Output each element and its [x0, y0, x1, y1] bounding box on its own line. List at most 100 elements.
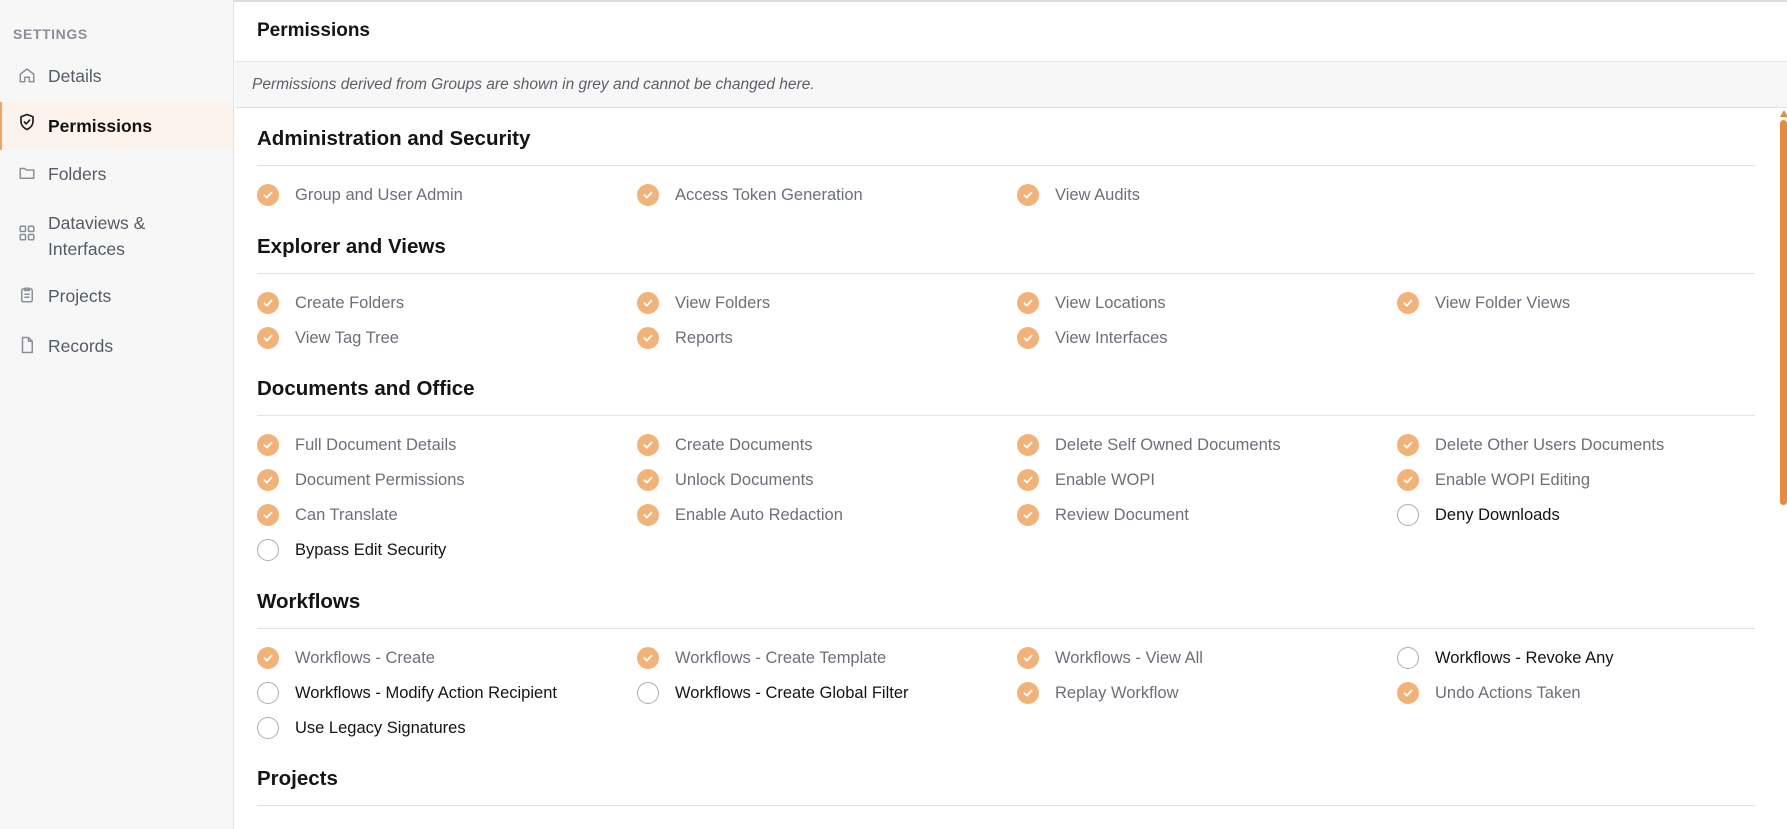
- checkbox-checked-icon: [1017, 184, 1039, 206]
- permission-label: Replay Workflow: [1055, 683, 1179, 702]
- permission-label: Reports: [675, 328, 733, 347]
- permission-label: View Interfaces: [1055, 328, 1168, 347]
- permission-checkbox: Workflows - Create Template: [637, 646, 886, 670]
- permission-checkbox: Workflows - View All: [1017, 646, 1203, 670]
- checkbox-empty-icon[interactable]: [257, 682, 279, 704]
- permission-checkbox: Access Token Generation: [637, 183, 863, 207]
- document-icon: [21, 336, 33, 354]
- permission-label: Enable WOPI Editing: [1435, 470, 1590, 489]
- permission-checkbox: Can Translate: [257, 503, 398, 527]
- permission-label: Group and User Admin: [295, 185, 463, 204]
- section-title: Projects: [257, 767, 338, 790]
- permission-label: Unlock Documents: [675, 470, 814, 489]
- permission-checkbox: View Interfaces: [1017, 326, 1168, 350]
- permission-label: Workflows - Create Global Filter: [675, 683, 909, 702]
- permission-label: Undo Actions Taken: [1435, 683, 1581, 702]
- section-divider: [257, 165, 1755, 166]
- section-title: Documents and Office: [257, 377, 475, 400]
- checkbox-checked-icon: [637, 292, 659, 314]
- checkbox-empty-icon[interactable]: [637, 682, 659, 704]
- sidebar-heading: SETTINGS: [13, 26, 88, 42]
- permission-label: Use Legacy Signatures: [295, 718, 466, 737]
- permission-checkbox: Delete Other Users Documents: [1397, 433, 1664, 457]
- checkbox-checked-icon: [637, 647, 659, 669]
- permission-checkbox[interactable]: Workflows - Revoke Any: [1397, 646, 1614, 670]
- checkbox-checked-icon: [1397, 682, 1419, 704]
- checkbox-checked-icon: [1017, 504, 1039, 526]
- permission-label: Enable Auto Redaction: [675, 505, 843, 524]
- permission-label: Create Documents: [675, 435, 813, 454]
- permission-label: Access Token Generation: [675, 185, 863, 204]
- clipboard-icon: [21, 287, 33, 303]
- permission-checkbox[interactable]: Use Legacy Signatures: [257, 716, 466, 740]
- checkbox-empty-icon[interactable]: [257, 717, 279, 739]
- sidebar-item-label: Records: [48, 336, 114, 356]
- sidebar-item-folders[interactable]: Folders: [0, 161, 233, 187]
- checkbox-checked-icon: [637, 327, 659, 349]
- home-icon: [19, 68, 35, 83]
- checkbox-checked-icon: [1017, 434, 1039, 456]
- checkbox-empty-icon[interactable]: [1397, 647, 1419, 669]
- checkbox-checked-icon: [257, 184, 279, 206]
- permission-checkbox[interactable]: Workflows - Create Global Filter: [637, 681, 909, 705]
- checkbox-checked-icon: [1017, 292, 1039, 314]
- sidebar-item-label: Dataviews & Interfaces: [48, 213, 146, 259]
- permission-checkbox: Review Document: [1017, 503, 1189, 527]
- section-title: Explorer and Views: [257, 235, 446, 258]
- permission-label: Delete Other Users Documents: [1435, 435, 1665, 454]
- permission-checkbox: Full Document Details: [257, 433, 456, 457]
- scrollbar-thumb[interactable]: [1780, 120, 1787, 505]
- sidebar-item-records[interactable]: Records: [0, 333, 233, 359]
- sidebar-item-details[interactable]: Details: [0, 63, 233, 89]
- permission-checkbox: Enable Auto Redaction: [637, 503, 843, 527]
- checkbox-checked-icon: [1017, 469, 1039, 491]
- permission-label: View Locations: [1055, 293, 1166, 312]
- permission-checkbox: Group and User Admin: [257, 183, 463, 207]
- folder-icon: [19, 167, 35, 179]
- permission-label: Workflows - View All: [1055, 648, 1203, 667]
- checkbox-checked-icon: [637, 184, 659, 206]
- permission-checkbox: Enable WOPI Editing: [1397, 468, 1590, 492]
- permission-checkbox[interactable]: Workflows - Modify Action Recipient: [257, 681, 557, 705]
- checkbox-checked-icon: [1017, 682, 1039, 704]
- page-title: Permissions: [257, 20, 370, 41]
- checkbox-checked-icon: [637, 434, 659, 456]
- permission-checkbox: Enable WOPI: [1017, 468, 1155, 492]
- checkbox-empty-icon[interactable]: [257, 539, 279, 561]
- sidebar-item-projects[interactable]: Projects: [0, 283, 233, 309]
- checkbox-checked-icon: [1017, 647, 1039, 669]
- top-divider: [234, 0, 1787, 2]
- checkbox-empty-icon[interactable]: [1397, 504, 1419, 526]
- permission-checkbox: View Tag Tree: [257, 326, 399, 350]
- permission-label: Enable WOPI: [1055, 470, 1155, 489]
- permission-label: Workflows - Modify Action Recipient: [295, 683, 557, 702]
- sidebar-item-dataviews[interactable]: Dataviews & Interfaces: [0, 210, 233, 262]
- grid-icon: [19, 225, 35, 241]
- permission-label: Can Translate: [295, 505, 398, 524]
- permission-checkbox: Reports: [637, 326, 733, 350]
- permission-checkbox[interactable]: Deny Downloads: [1397, 503, 1560, 527]
- permission-checkbox[interactable]: Bypass Edit Security: [257, 538, 446, 562]
- checkbox-checked-icon: [257, 469, 279, 491]
- section-divider: [257, 273, 1755, 274]
- permission-checkbox: Create Documents: [637, 433, 813, 457]
- checkbox-checked-icon: [257, 292, 279, 314]
- section-divider: [257, 805, 1755, 806]
- scroll-up-arrow[interactable]: [1780, 110, 1787, 117]
- permission-checkbox: View Folders: [637, 291, 770, 315]
- checkbox-checked-icon: [257, 647, 279, 669]
- permission-checkbox: Workflows - Create: [257, 646, 435, 670]
- checkbox-checked-icon: [637, 469, 659, 491]
- permission-label: Full Document Details: [295, 435, 457, 454]
- permission-label: Workflows - Create: [295, 648, 435, 667]
- permission-label: Create Folders: [295, 293, 405, 312]
- sidebar-item-permissions[interactable]: Permissions: [0, 102, 233, 150]
- section-title: Workflows: [257, 590, 361, 613]
- section-divider: [257, 628, 1755, 629]
- permission-checkbox: Replay Workflow: [1017, 681, 1178, 705]
- sidebar-item-label: Details: [48, 66, 102, 86]
- section-title: Administration and Security: [257, 127, 531, 150]
- permission-label: Deny Downloads: [1435, 505, 1560, 524]
- permission-label: Document Permissions: [295, 470, 465, 489]
- sidebar-item-label: Folders: [48, 164, 107, 184]
